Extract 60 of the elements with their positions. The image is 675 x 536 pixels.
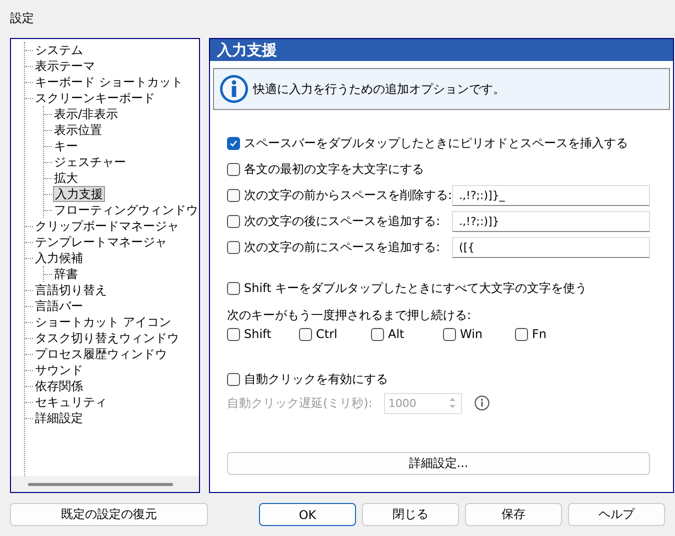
checkbox-box[interactable]: [227, 240, 240, 254]
tree-item[interactable]: スクリーンキーボード: [34, 91, 156, 105]
window-title: 設定: [10, 10, 34, 26]
checkbox-label: Shift: [244, 327, 272, 341]
dialog-button[interactable]: OK: [259, 503, 356, 526]
tree-item[interactable]: 依存関係: [34, 379, 84, 393]
advanced-button[interactable]: 詳細設定...: [227, 452, 650, 475]
section-label: 次のキーがもう一度押されるまで押し続ける:: [227, 307, 472, 324]
info-icon[interactable]: [474, 395, 490, 411]
checkbox-label: Alt: [388, 327, 404, 341]
checkbox-box[interactable]: [443, 328, 456, 340]
tree-item[interactable]: 詳細設定: [34, 411, 84, 425]
info-text: 快適に入力を行うための追加オプションです。: [253, 80, 505, 98]
tree-item[interactable]: 表示/非表示: [53, 107, 120, 121]
tree-item[interactable]: 辞書: [53, 267, 79, 281]
tree-item[interactable]: ジェスチャー: [53, 155, 127, 169]
tree-item[interactable]: フローティングウィンドウ: [53, 203, 199, 217]
tree-item[interactable]: 表示位置: [53, 123, 103, 137]
dialog-button[interactable]: 閉じる: [362, 503, 459, 526]
tree-item[interactable]: クリップボードマネージャ: [34, 219, 180, 233]
tree-item[interactable]: 入力候補: [34, 251, 84, 265]
tree-item[interactable]: サウンド: [34, 363, 84, 377]
tree-item[interactable]: 言語バー: [34, 299, 84, 313]
dialog-button[interactable]: 既定の設定の復元: [10, 503, 208, 526]
checkbox-box[interactable]: [227, 162, 240, 176]
tree-item[interactable]: テンプレートマネージャ: [34, 235, 168, 249]
checkbox-label: Shift キーをダブルタップしたときにすべて大文字の文字を使う: [244, 280, 588, 296]
tree-item[interactable]: 拡大: [53, 171, 79, 185]
delay-label: 自動クリック遅延(ミリ秒):: [227, 394, 372, 412]
tree-item[interactable]: キーボード ショートカット: [34, 75, 184, 89]
tree-item[interactable]: 表示テーマ: [34, 59, 96, 73]
input-field[interactable]: .,!?;:)]}: [452, 210, 650, 232]
tree-item[interactable]: 入力支援: [53, 186, 105, 202]
checkbox-box[interactable]: [227, 136, 240, 150]
checkbox-label: 自動クリックを有効にする: [244, 370, 388, 388]
checkbox-box[interactable]: [227, 214, 240, 228]
checkbox-box[interactable]: [515, 328, 528, 340]
panel-title: 入力支援: [217, 40, 277, 60]
checkbox-box[interactable]: [227, 188, 240, 202]
input-field[interactable]: .,!?;:)]}_: [452, 184, 650, 206]
tree-item[interactable]: プロセス履歴ウィンドウ: [34, 347, 168, 361]
checkbox-box[interactable]: [371, 328, 384, 340]
checkbox-box[interactable]: [299, 328, 312, 340]
tree-item[interactable]: セキュリティ: [34, 395, 108, 409]
checkbox-box[interactable]: [227, 372, 240, 386]
tree-item[interactable]: タスク切り替えウィンドウ: [34, 331, 180, 345]
input-field[interactable]: ([{: [452, 236, 650, 258]
checkbox-box[interactable]: [227, 282, 240, 294]
checkbox-label: Fn: [532, 327, 547, 341]
tree-item[interactable]: キー: [53, 139, 79, 153]
dialog-button[interactable]: ヘルプ: [568, 503, 665, 526]
scrollbar-thumb[interactable]: [28, 482, 173, 486]
tree-item[interactable]: 言語切り替え: [34, 283, 108, 297]
tree-item[interactable]: ショートカット アイコン: [34, 315, 172, 329]
info-icon: [219, 74, 249, 104]
tree-item[interactable]: システム: [34, 43, 84, 57]
checkbox-label: Ctrl: [316, 327, 338, 341]
checkbox-label: Win: [460, 327, 483, 341]
checkbox-box[interactable]: [227, 328, 240, 340]
dialog-button[interactable]: 保存: [465, 503, 562, 526]
